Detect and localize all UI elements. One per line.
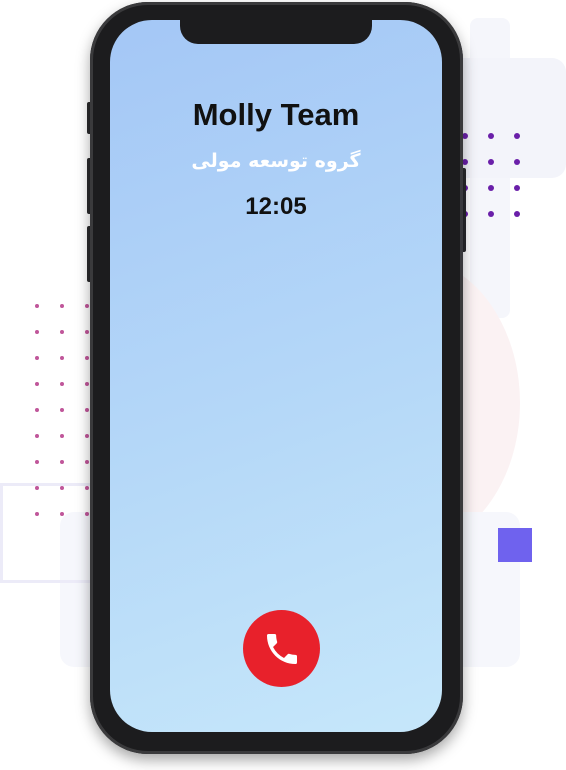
caller-name: Molly Team [192,97,360,132]
notch [180,20,372,44]
phone-icon [266,633,297,664]
call-screen: Molly Team گروه توسعه مولی 12:05 [110,20,442,732]
dot-grid-left [35,304,89,516]
end-call-button[interactable] [243,610,320,687]
call-duration: 12:05 [245,193,307,220]
caller-subtitle: گروه توسعه مولی [191,150,361,172]
dot-grid-right [462,133,520,217]
stage: Molly Team گروه توسعه مولی 12:05 [0,0,566,770]
accent-square [498,528,532,562]
